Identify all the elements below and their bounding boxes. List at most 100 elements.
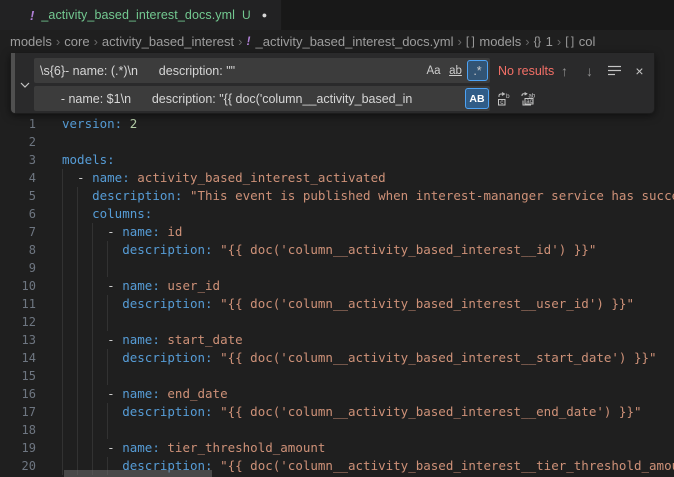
code-line[interactable]: 9	[0, 259, 674, 277]
indent-guide	[77, 295, 78, 313]
breadcrumb-label: models	[10, 34, 52, 49]
find-replace-widget: Aa ab .* No results ↑ ↓ × AB	[10, 53, 655, 114]
line-number: 9	[0, 259, 36, 277]
code-line[interactable]: 12	[0, 313, 674, 331]
dirty-indicator-icon[interactable]: ●	[262, 10, 267, 20]
breadcrumb-item[interactable]: {}1	[534, 34, 553, 49]
find-input[interactable]	[34, 58, 490, 83]
code-line[interactable]: 11 description: "{{ doc('column__activit…	[0, 295, 674, 313]
code-line[interactable]: 13 - name: start_date	[0, 331, 674, 349]
match-case-icon[interactable]: Aa	[423, 60, 444, 81]
breadcrumb-separator-icon: ›	[525, 34, 529, 49]
indent-guide	[92, 241, 93, 259]
breadcrumb-label: core	[64, 34, 89, 49]
indent-guide	[92, 295, 93, 313]
indent-guide	[107, 349, 108, 367]
breadcrumb-item[interactable]: !_activity_based_interest_docs.yml	[247, 34, 454, 49]
code-line[interactable]: 3models:	[0, 151, 674, 169]
indent-guide	[77, 241, 78, 259]
code-line[interactable]: 10 - name: user_id	[0, 277, 674, 295]
indent-guide	[77, 205, 78, 223]
breadcrumb-label: _activity_based_interest_docs.yml	[256, 34, 454, 49]
code-line[interactable]: 18	[0, 421, 674, 439]
indent-guide	[77, 331, 78, 349]
close-icon[interactable]: ×	[629, 60, 650, 81]
indent-guide	[62, 421, 63, 439]
find-row: Aa ab .* No results ↑ ↓ ×	[34, 58, 651, 83]
indent-guide	[62, 349, 63, 367]
line-number: 15	[0, 367, 36, 385]
find-nav: ↑ ↓ ×	[554, 58, 650, 83]
line-number: 5	[0, 187, 36, 205]
indent-guide	[107, 367, 108, 385]
indent-guide	[107, 259, 108, 277]
line-number: 10	[0, 277, 36, 295]
indent-guide	[92, 277, 93, 295]
indent-guide	[92, 223, 93, 241]
toggle-replace-button[interactable]	[16, 53, 33, 113]
breadcrumb-item[interactable]: models	[10, 34, 52, 49]
breadcrumb-item[interactable]: core	[64, 34, 89, 49]
git-status-badge: U	[242, 8, 251, 22]
previous-match-button[interactable]: ↑	[554, 60, 575, 81]
indent-guide	[62, 223, 63, 241]
line-number: 19	[0, 439, 36, 457]
breadcrumb-label: models	[479, 34, 521, 49]
code-area: 1version: 223models:4 - name: activity_b…	[0, 115, 674, 475]
find-widget-sash[interactable]	[11, 53, 15, 113]
replace-row: AB b c	[34, 86, 651, 111]
code-line[interactable]: 17 description: "{{ doc('column__activit…	[0, 403, 674, 421]
indent-guide	[92, 313, 93, 331]
line-number: 3	[0, 151, 36, 169]
indent-guide	[92, 367, 93, 385]
code-line[interactable]: 1version: 2	[0, 115, 674, 133]
code-line[interactable]: 7 - name: id	[0, 223, 674, 241]
breadcrumb-item[interactable]: activity_based_interest	[102, 34, 234, 49]
use-regex-icon[interactable]: .*	[467, 60, 488, 81]
indent-guide	[92, 421, 93, 439]
breadcrumb-item[interactable]: [ ]models	[466, 34, 521, 49]
breadcrumb-separator-icon: ›	[56, 34, 60, 49]
code-line[interactable]: 19 - name: tier_threshold_amount	[0, 439, 674, 457]
tab-title: _activity_based_interest_docs.yml	[41, 8, 235, 22]
indent-guide	[62, 295, 63, 313]
code-line[interactable]: 14 description: "{{ doc('column__activit…	[0, 349, 674, 367]
breadcrumb-separator-icon: ›	[238, 34, 242, 49]
code-line[interactable]: 16 - name: end_date	[0, 385, 674, 403]
replace-all-icon[interactable]: ab ac	[517, 88, 538, 109]
chevron-down-icon	[20, 76, 30, 91]
indent-guide	[62, 331, 63, 349]
line-number: 11	[0, 295, 36, 313]
whole-word-icon[interactable]: ab	[445, 60, 466, 81]
code-line[interactable]: 15	[0, 367, 674, 385]
line-number: 2	[0, 133, 36, 151]
replace-input[interactable]	[34, 86, 490, 111]
indent-guide	[92, 385, 93, 403]
indent-guide	[107, 421, 108, 439]
indent-guide	[62, 205, 63, 223]
code-line[interactable]: 4 - name: activity_based_interest_activa…	[0, 169, 674, 187]
breadcrumb-label: activity_based_interest	[102, 34, 234, 49]
line-number: 17	[0, 403, 36, 421]
preserve-case-icon[interactable]: AB	[465, 88, 489, 109]
indent-guide	[77, 259, 78, 277]
line-number: 8	[0, 241, 36, 259]
replace-icon[interactable]: b c	[493, 88, 514, 109]
line-number: 14	[0, 349, 36, 367]
code-line[interactable]: 5 description: "This event is published …	[0, 187, 674, 205]
horizontal-scrollbar[interactable]	[64, 470, 212, 477]
next-match-button[interactable]: ↓	[579, 60, 600, 81]
indent-guide	[77, 439, 78, 457]
code-line[interactable]: 6 columns:	[0, 205, 674, 223]
indent-guide	[62, 259, 63, 277]
code-line[interactable]: 8 description: "{{ doc('column__activity…	[0, 241, 674, 259]
code-line[interactable]: 2	[0, 133, 674, 151]
indent-guide	[77, 349, 78, 367]
line-number: 12	[0, 313, 36, 331]
breadcrumb-item[interactable]: [ ]col	[565, 34, 595, 49]
tab-activity-based-interest-docs[interactable]: ! _activity_based_interest_docs.yml U ●	[0, 0, 282, 30]
editor[interactable]: 1version: 223models:4 - name: activity_b…	[0, 52, 674, 477]
find-in-selection-icon[interactable]	[604, 60, 625, 81]
svg-text:b: b	[506, 93, 510, 100]
breadcrumb-separator-icon: ›	[557, 34, 561, 49]
